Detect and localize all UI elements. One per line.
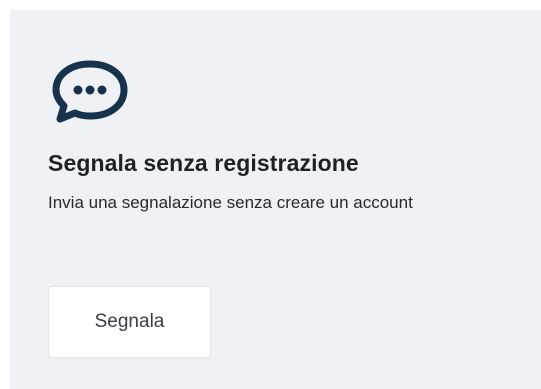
- chat-bubble-dots-icon: [48, 59, 132, 123]
- card-description: Invia una segnalazione senza creare un a…: [48, 193, 413, 212]
- card-title: Segnala senza registrazione: [48, 150, 359, 176]
- report-button[interactable]: Segnala: [48, 286, 211, 358]
- report-card: Segnala senza registrazione Invia una se…: [10, 10, 541, 389]
